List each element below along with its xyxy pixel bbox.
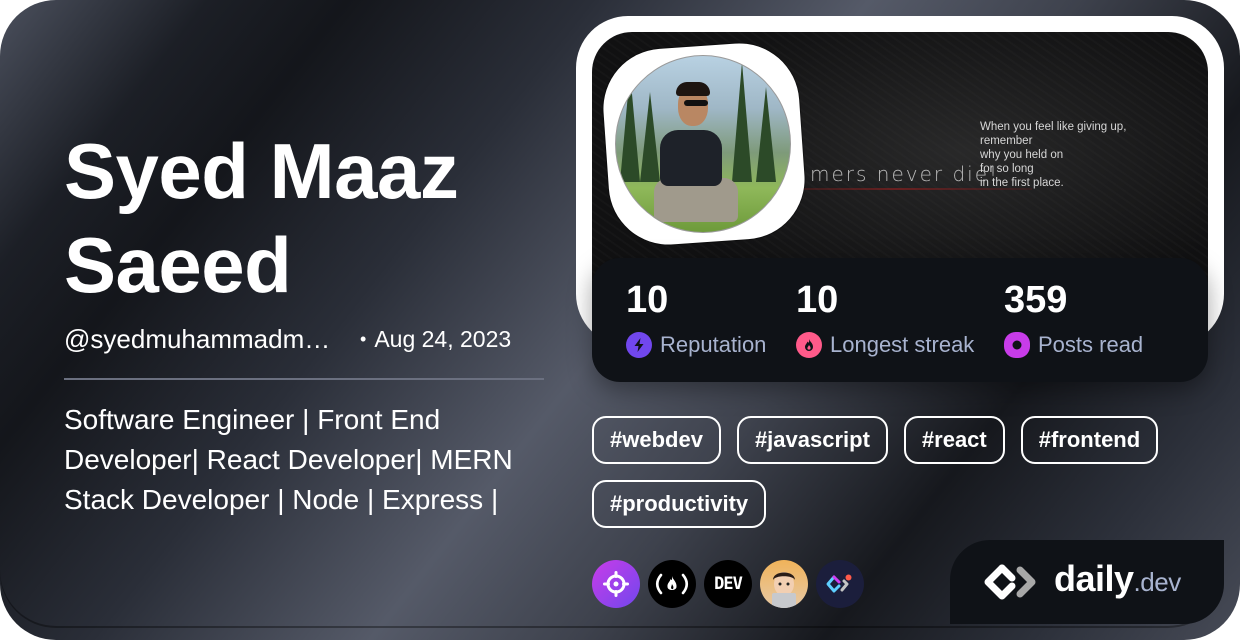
divider: [64, 378, 544, 380]
daily-dev-brand[interactable]: daily.dev: [950, 540, 1224, 624]
tag-productivity[interactable]: #productivity: [592, 480, 767, 528]
avatar-tree: [620, 72, 640, 182]
tag-javascript[interactable]: #javascript: [736, 416, 888, 464]
stats-panel: 10 Reputation 10 Longest streak 359 Post…: [592, 258, 1208, 382]
stat-value: 10: [626, 279, 669, 321]
squad-daily-dev[interactable]: [816, 560, 864, 608]
memoji-avatar: [772, 572, 796, 608]
squad-freecodecamp[interactable]: [648, 560, 696, 608]
lightning-icon: [626, 332, 652, 358]
avatar-figure-glasses: [684, 100, 708, 106]
daily-dev-color-icon: [826, 574, 852, 593]
stat-label: Posts read: [1038, 332, 1144, 357]
stat-value: 10: [796, 279, 839, 321]
joined-date: Aug 24, 2023: [374, 325, 512, 352]
profile-name: Syed Maaz Saeed: [64, 127, 459, 309]
squad-dev-to[interactable]: DEV: [704, 560, 752, 608]
stat-posts-read: 359 Posts read: [1004, 276, 1143, 358]
crosshair-icon: [603, 571, 629, 597]
brand-wordmark: daily.dev: [1054, 558, 1181, 600]
avatar[interactable]: [615, 55, 791, 233]
stat-value: 359: [1004, 279, 1068, 321]
fire-parens-icon: [655, 573, 689, 595]
avatar-tree: [756, 87, 776, 182]
avatar-tree: [732, 62, 752, 182]
flame-icon: [796, 332, 822, 358]
stat-label: Longest streak: [830, 332, 975, 357]
stat-reputation: 10 Reputation: [626, 276, 766, 358]
profile-meta: @syedmuhammadmaaz • Aug 24, 2023: [64, 322, 544, 356]
brand-word: daily: [1054, 558, 1134, 599]
stat-longest-streak: 10 Longest streak: [796, 276, 974, 358]
squads-list: DEV: [592, 560, 864, 608]
tag-react[interactable]: #react: [903, 416, 1005, 464]
tag-webdev[interactable]: #webdev: [592, 416, 721, 464]
stat-label: Reputation: [660, 332, 767, 357]
brand-tld: .dev: [1133, 567, 1182, 597]
tags-list: #webdev #javascript #react #frontend #pr…: [592, 416, 1212, 528]
cover-tagline: mers never die!: [810, 162, 1000, 186]
dev-logo: DEV: [714, 574, 743, 594]
avatar-tree: [640, 92, 660, 182]
eye-icon: [1004, 332, 1030, 358]
squad-devsquad[interactable]: [760, 560, 808, 608]
squad-crosshair[interactable]: [592, 560, 640, 608]
profile-handle[interactable]: @syedmuhammadmaaz: [64, 324, 340, 355]
tag-frontend[interactable]: #frontend: [1020, 416, 1159, 464]
avatar-figure-hair: [676, 82, 710, 96]
daily-dev-logo-icon: [984, 564, 1036, 600]
cover-quote: When you feel like giving up, remember w…: [980, 121, 1127, 189]
avatar-figure-body: [660, 130, 722, 186]
profile-bio: Software Engineer | Front End Developer|…: [64, 404, 513, 515]
meta-separator: •: [360, 328, 367, 349]
devcard: Syed Maaz Saeed @syedmuhammadmaaz • Aug …: [0, 0, 1240, 640]
